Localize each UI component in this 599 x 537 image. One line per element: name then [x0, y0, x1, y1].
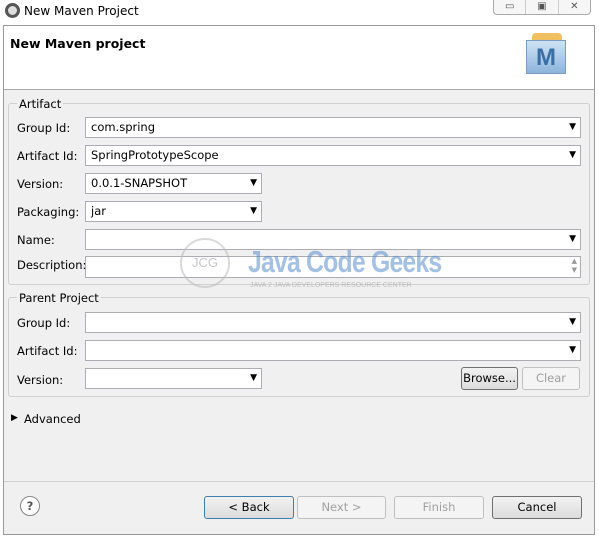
version-label: Version:: [17, 177, 64, 191]
parent-artifact-id-combo[interactable]: ▼: [85, 340, 581, 361]
advanced-section-toggle[interactable]: Advanced: [24, 412, 81, 426]
minimize-button[interactable]: ▭: [494, 0, 527, 14]
artifact-group-label: Artifact: [17, 97, 64, 111]
browse-button[interactable]: Browse...: [461, 367, 518, 390]
parent-group-id-label: Group Id:: [17, 316, 71, 330]
artifact-id-combo[interactable]: SpringPrototypeScope ▼: [85, 145, 581, 166]
clear-button[interactable]: Clear: [522, 367, 580, 390]
cancel-button[interactable]: Cancel: [492, 496, 582, 519]
chevron-down-icon[interactable]: ▼: [569, 122, 576, 132]
back-button[interactable]: < Back: [204, 496, 294, 519]
watermark-title: Java Code Geeks: [248, 244, 442, 279]
app-icon: [5, 3, 20, 18]
chevron-down-icon[interactable]: ▼: [250, 178, 257, 188]
chevron-down-icon[interactable]: ▼: [569, 345, 576, 355]
artifact-id-value: SpringPrototypeScope: [91, 148, 219, 162]
packaging-combo[interactable]: jar ▼: [85, 201, 262, 222]
window-controls: ▭ ▣ ✕: [493, 0, 591, 15]
group-id-value: com.spring: [91, 120, 156, 134]
expand-arrow-icon[interactable]: ▶: [11, 413, 18, 423]
parent-version-combo[interactable]: ▼: [85, 368, 262, 389]
chevron-down-icon[interactable]: ▼: [569, 234, 576, 244]
close-button[interactable]: ✕: [559, 0, 590, 14]
parent-project-label: Parent Project: [17, 291, 101, 305]
group-id-label: Group Id:: [17, 121, 71, 135]
page-title: New Maven project: [10, 36, 146, 51]
finish-button[interactable]: Finish: [394, 496, 484, 519]
maven-logo-icon: M: [526, 40, 566, 74]
version-combo[interactable]: 0.0.1-SNAPSHOT ▼: [85, 173, 262, 194]
footer-divider: [4, 481, 594, 482]
packaging-value: jar: [91, 204, 106, 218]
artifact-id-label: Artifact Id:: [17, 149, 78, 163]
chevron-down-icon[interactable]: ▼: [569, 150, 576, 160]
parent-version-label: Version:: [17, 373, 64, 387]
help-icon[interactable]: ?: [20, 496, 40, 516]
next-button[interactable]: Next >: [297, 496, 386, 519]
name-label: Name:: [17, 233, 55, 247]
version-value: 0.0.1-SNAPSHOT: [91, 176, 188, 190]
watermark-badge: JCG: [180, 238, 230, 288]
description-label: Description:: [17, 258, 87, 272]
chevron-down-icon[interactable]: ▼: [569, 317, 576, 327]
window-title: New Maven Project: [24, 4, 139, 18]
watermark-subtitle: Java 2 Java Developers Resource Center: [250, 282, 412, 289]
group-id-combo[interactable]: com.spring ▼: [85, 117, 581, 138]
packaging-label: Packaging:: [17, 205, 80, 219]
chevron-down-icon[interactable]: ▼: [250, 206, 257, 216]
parent-group-id-combo[interactable]: ▼: [85, 312, 581, 333]
chevron-down-icon[interactable]: ▼: [250, 373, 257, 383]
parent-artifact-id-label: Artifact Id:: [17, 344, 78, 358]
maximize-button[interactable]: ▣: [526, 0, 559, 14]
scrollbar[interactable]: ▲ ▼: [572, 257, 577, 275]
